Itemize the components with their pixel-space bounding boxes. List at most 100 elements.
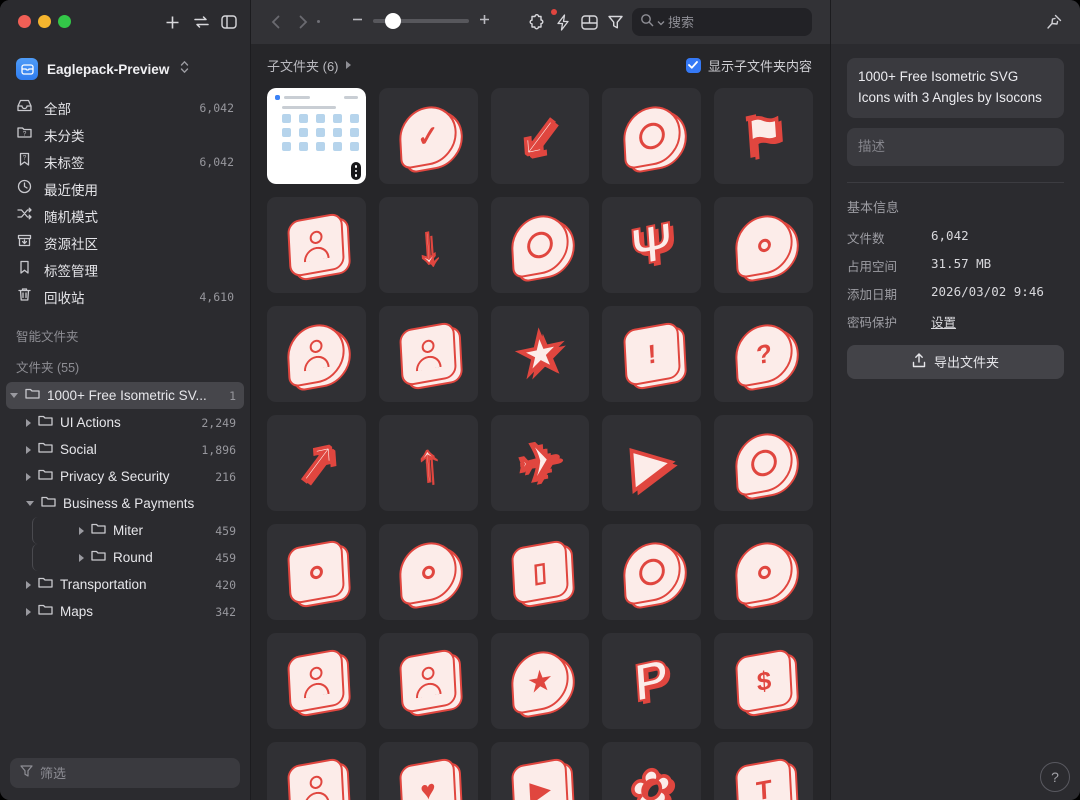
sidebar: Eaglepack-Preview 全部 6,042? 未分类 ? 未标签 6,… [0,44,250,800]
tile-heart-card[interactable]: ♥ [379,742,478,800]
tile-arrow-up-right[interactable]: ↗ [267,415,366,511]
tile-letter-p[interactable]: P [602,633,701,729]
disclosure-triangle-icon[interactable] [26,608,31,616]
tree-item-2[interactable]: Social 1,896 [6,436,244,463]
search-scope-chevron-icon[interactable] [657,13,665,31]
tile-flower-gear[interactable]: ✿ [602,742,701,800]
export-icon [912,353,926,371]
disclosure-triangle-icon[interactable] [26,446,31,454]
tree-item-1[interactable]: UI Actions 2,249 [6,409,244,436]
tile-cursor[interactable]: ▶ [602,415,701,511]
tile-arrow-down-left[interactable]: ↙ [491,88,590,184]
show-subfolders-checkbox[interactable] [686,58,701,73]
tile-location-pin[interactable] [714,524,813,620]
tile-user-leaning[interactable] [379,633,478,729]
close-window-button[interactable] [18,15,31,28]
pin-panel-icon[interactable] [1041,10,1067,34]
tile-user-badge[interactable] [267,633,366,729]
tile-check-pin[interactable]: ✓ [379,88,478,184]
disclosure-triangle-icon[interactable] [79,527,84,535]
tile-paper-plane[interactable]: ✈ [491,415,590,511]
sidebar-item-4[interactable]: 随机模式 [0,202,250,229]
disclosure-triangle-icon[interactable] [26,501,34,506]
tree-item-4[interactable]: Business & Payments [6,490,244,517]
tree-item-count: 2,249 [201,416,236,430]
subfolder-expand-icon[interactable] [346,61,351,69]
tree-item-3[interactable]: Privacy & Security 216 [6,463,244,490]
tile-star-burst[interactable]: ★ [491,306,590,402]
zoom-in-button[interactable] [479,12,490,30]
disclosure-triangle-icon[interactable] [26,581,31,589]
help-button[interactable]: ? [1040,762,1070,792]
info-row-3: 密码保护 设置 [847,312,1064,331]
tree-item-7[interactable]: Transportation 420 [6,571,244,598]
tile-arrow-down[interactable]: ↓ [379,197,478,293]
tile-question-pin[interactable]: ? [714,306,813,402]
tile-user-card[interactable] [379,306,478,402]
tile-watch-ring[interactable] [602,524,701,620]
tree-item-6[interactable]: Round 459 [32,544,244,571]
sidebar-filter-input[interactable] [40,766,230,781]
tree-item-0[interactable]: 1000+ Free Isometric SV... 1 [6,382,244,409]
library-switcher[interactable]: Eaglepack-Preview [0,44,250,90]
disclosure-triangle-icon[interactable] [26,473,31,481]
description-input[interactable] [858,139,1053,154]
sidebar-item-1[interactable]: ? 未分类 [0,121,250,148]
tile-gear-ring[interactable] [714,415,813,511]
tile-shield-star[interactable]: ★ [491,633,590,729]
disclosure-triangle-icon[interactable] [10,393,18,398]
quick-actions-icon[interactable] [550,10,576,34]
tree-item-8[interactable]: Maps 342 [6,598,244,625]
tile-briefcase[interactable] [267,524,366,620]
add-button[interactable] [159,10,185,34]
filter-icon[interactable] [602,10,628,34]
tile-website-screenshot[interactable] [267,88,366,184]
tile-faces[interactable] [267,197,366,293]
tile-map-pin[interactable] [714,197,813,293]
smart-folders-section-header[interactable]: 智能文件夹 [0,310,250,349]
tile-flag[interactable]: ⚑ [714,88,813,184]
tile-video-card[interactable]: ▶ [491,742,590,800]
tile-user[interactable] [267,742,366,800]
tile-speech-balloon[interactable] [379,524,478,620]
export-folder-button[interactable]: 导出文件夹 [847,345,1064,379]
password-settings-link[interactable]: 设置 [931,312,956,331]
plugins-icon[interactable] [524,10,550,34]
folders-section-header[interactable]: 文件夹 (55) [0,349,250,382]
tile-arrow-up[interactable]: ↑ [379,415,478,511]
layout-icon[interactable] [576,10,602,34]
disclosure-triangle-icon[interactable] [79,554,84,562]
sidebar-item-2[interactable]: ? 未标签 6,042 [0,148,250,175]
subfolder-breadcrumb[interactable]: 子文件夹 (6) [267,56,351,75]
sidebar-item-3[interactable]: 最近使用 [0,175,250,202]
search-field[interactable] [632,8,812,36]
sidebar-filter-field[interactable] [10,758,240,788]
zoom-slider[interactable] [373,19,469,23]
toggle-sidebar-icon[interactable] [216,10,242,34]
minimize-window-button[interactable] [38,15,51,28]
zoom-window-button[interactable] [58,15,71,28]
tile-alert-card[interactable]: ! [602,306,701,402]
tile-ring[interactable] [602,88,701,184]
search-input[interactable] [668,15,804,30]
forward-button[interactable] [290,10,316,34]
sidebar-item-5[interactable]: 资源社区 [0,229,250,256]
sidebar-item-7[interactable]: 回收站 4,610 [0,283,250,310]
tile-t-shirt[interactable]: T [714,742,813,800]
show-subfolders-label[interactable]: 显示子文件夹内容 [708,56,812,75]
tile-shopping-bag[interactable]: $ [714,633,813,729]
folder-title-field[interactable]: 1000+ Free Isometric SVG Icons with 3 An… [847,58,1064,118]
back-button[interactable] [262,10,288,34]
tile-user-pin[interactable] [267,306,366,402]
sidebar-item-0[interactable]: 全部 6,042 [0,94,250,121]
tile-camera-ring[interactable] [491,197,590,293]
sidebar-item-6[interactable]: 标签管理 [0,256,250,283]
tile-door[interactable]: ▯ [491,524,590,620]
tile-utensils[interactable]: Ψ [602,197,701,293]
zoom-out-button[interactable] [352,12,363,30]
sort-icon[interactable] [188,10,214,34]
zoom-slider-knob[interactable] [385,13,401,29]
disclosure-triangle-icon[interactable] [26,419,31,427]
user-shape [287,757,345,800]
tree-item-5[interactable]: Miter 459 [32,517,244,544]
